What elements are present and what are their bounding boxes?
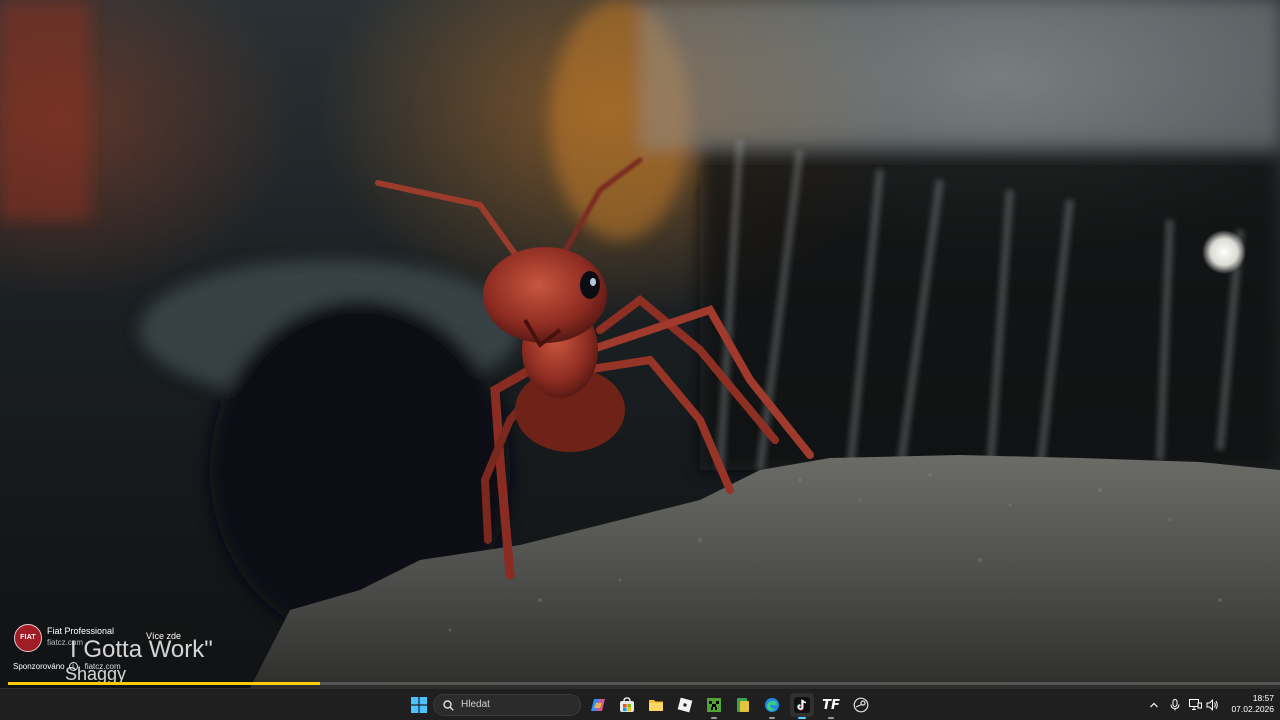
- windows-logo-icon: [411, 697, 427, 713]
- taskbar-clock[interactable]: 18:57 07.02.2026: [1222, 693, 1274, 715]
- chevron-up-icon: [1150, 702, 1158, 708]
- microphone-icon: [1170, 699, 1180, 711]
- copilot-button[interactable]: [586, 693, 610, 717]
- minecraft-button[interactable]: [702, 693, 726, 719]
- start-button[interactable]: [407, 693, 431, 717]
- steam-icon: [853, 697, 869, 713]
- running-indicator: [711, 717, 717, 719]
- network-icon: [1188, 699, 1202, 710]
- tiktok-button[interactable]: [790, 693, 814, 719]
- volume-tray-button[interactable]: [1204, 697, 1220, 713]
- taskbar: Hledat TF 18:57 07.02.2026: [0, 688, 1280, 720]
- running-indicator: [769, 717, 775, 719]
- sponsored-domain[interactable]: fiatcz.com: [85, 662, 121, 671]
- roblox-icon: [677, 697, 693, 713]
- file-explorer-button[interactable]: [644, 693, 668, 717]
- microsoft-store-icon: [620, 697, 634, 712]
- roblox-button[interactable]: [673, 693, 697, 717]
- edge-icon: [765, 698, 779, 712]
- clock-time: 18:57: [1252, 693, 1274, 703]
- ad-title: Fiat Professional: [47, 626, 115, 636]
- video-frame-image: [0, 0, 1280, 688]
- sponsored-label: Sponzorováno: [13, 662, 65, 671]
- video-player[interactable]: [0, 0, 1280, 688]
- clock-date: 07.02.2026: [1231, 704, 1274, 714]
- speaker-icon: [1206, 699, 1218, 711]
- edge-button[interactable]: [760, 693, 784, 719]
- network-tray-button[interactable]: [1187, 697, 1203, 713]
- tiktok-icon: [794, 697, 810, 713]
- microphone-tray-button[interactable]: [1167, 697, 1183, 713]
- launcher-icon: [737, 698, 749, 712]
- video-progress-bar[interactable]: [8, 682, 1280, 685]
- video-progress-fill: [8, 682, 320, 685]
- info-icon[interactable]: i: [68, 662, 78, 672]
- store-button[interactable]: [615, 693, 639, 717]
- minecraft-icon: [707, 698, 721, 712]
- steam-button[interactable]: [849, 693, 873, 717]
- copilot-icon: [591, 699, 605, 711]
- sponsored-line: Sponzorováno i fiatcz.com: [13, 662, 121, 672]
- active-indicator: [798, 717, 806, 719]
- search-placeholder: Hledat: [461, 699, 490, 710]
- folder-icon: [649, 700, 663, 711]
- fiat-logo-icon: FIAT: [14, 624, 42, 652]
- song-title: I Gotta Work": [70, 636, 213, 663]
- tf-app-button[interactable]: TF: [819, 693, 843, 719]
- search-icon: [443, 700, 454, 711]
- running-indicator: [828, 717, 834, 719]
- launcher-button[interactable]: [731, 693, 755, 717]
- show-hidden-icons-button[interactable]: [1146, 697, 1162, 713]
- tf-icon: TF: [822, 697, 840, 713]
- taskbar-search[interactable]: Hledat: [433, 694, 581, 716]
